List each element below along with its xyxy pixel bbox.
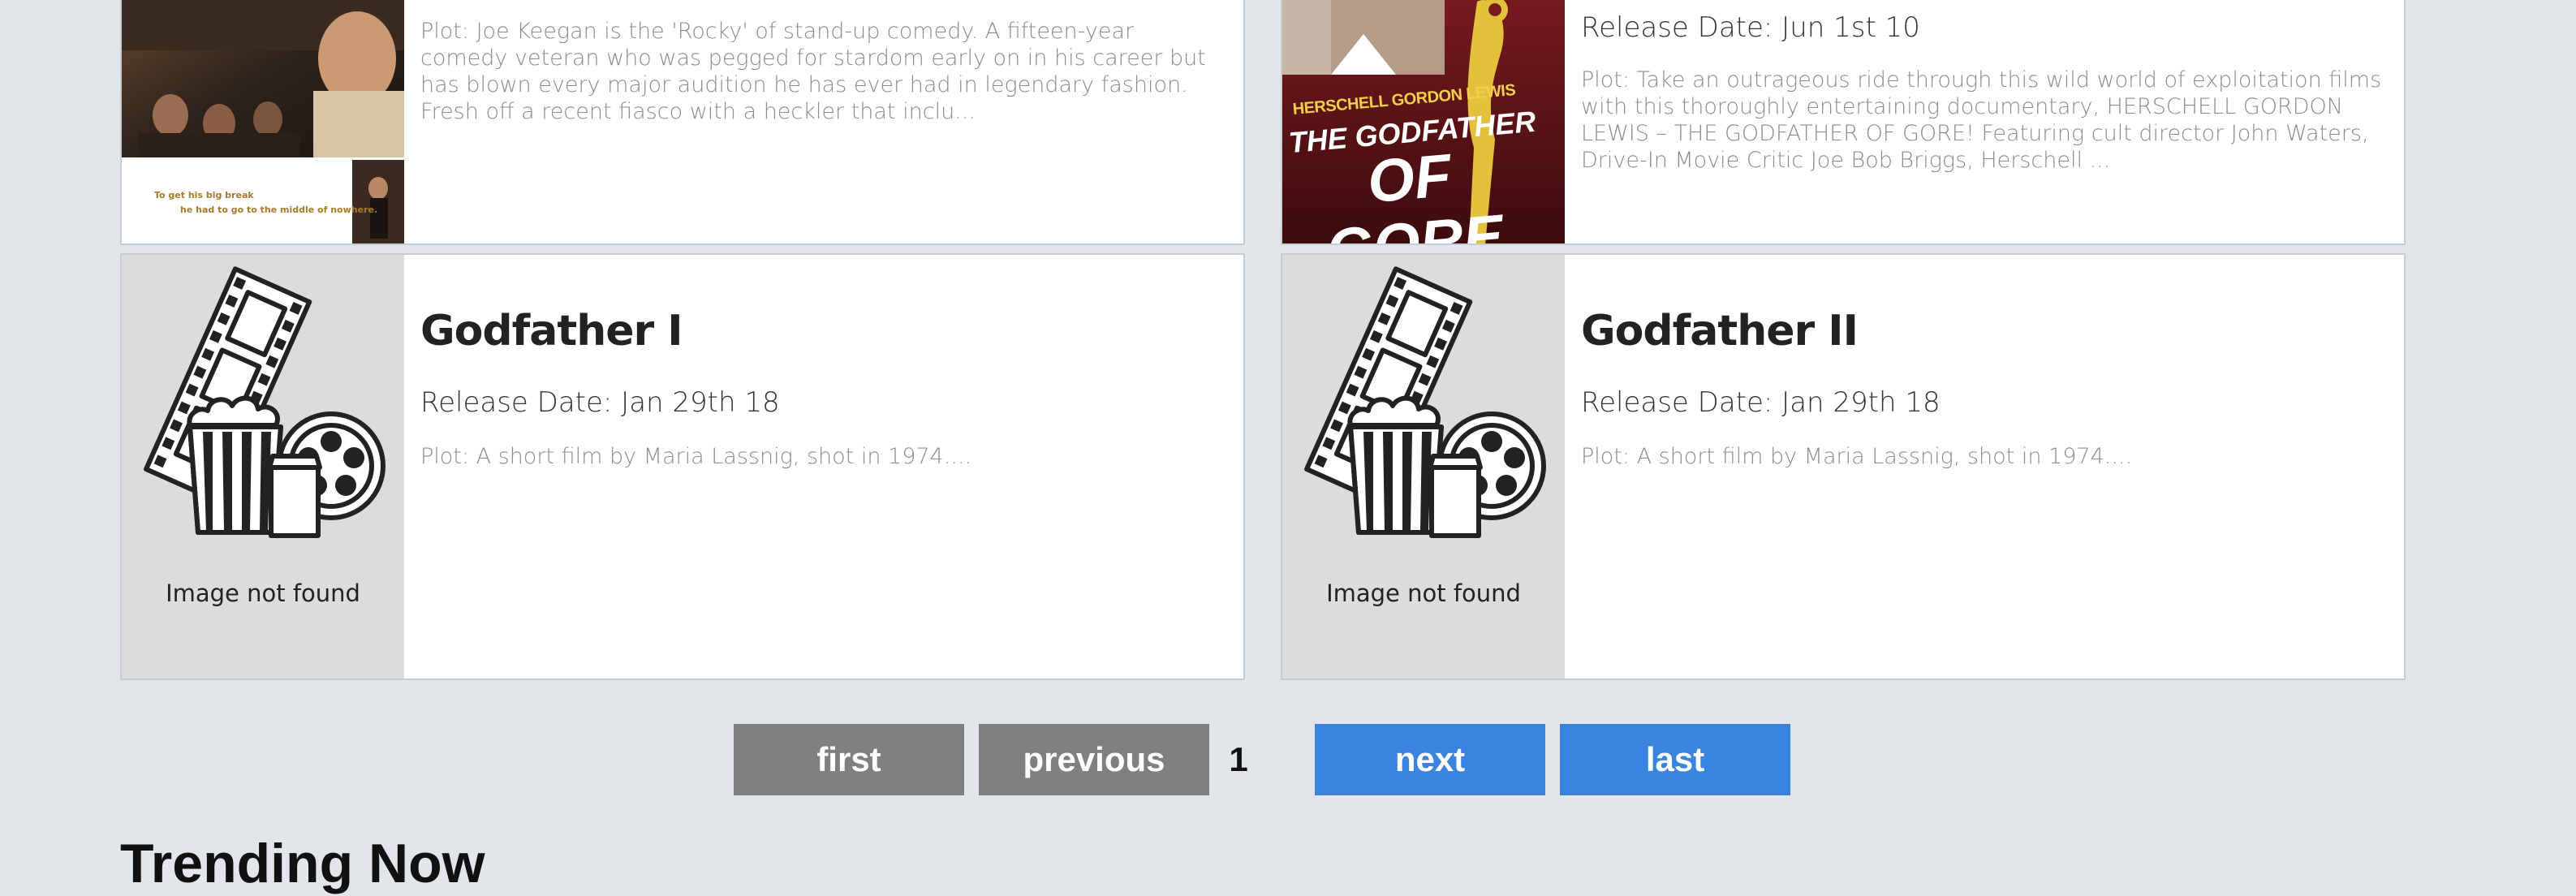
movie-info: Godfather II Release Date: Jan 29th 18 P… xyxy=(1581,255,2384,470)
movie-poster: To get his big break he had to go to the… xyxy=(122,0,404,243)
next-page-button[interactable]: next xyxy=(1315,724,1545,795)
image-not-found-label: Image not found xyxy=(1326,579,1521,607)
first-page-button[interactable]: first xyxy=(734,724,964,795)
movie-card[interactable]: Image not found Godfather I Release Date… xyxy=(120,253,1245,680)
movie-card[interactable]: Image not found Godfather II Release Dat… xyxy=(1281,253,2406,680)
trending-section-title: Trending Now xyxy=(120,833,485,894)
movie-poster: HERSCHELL GORDON LEWIS THE GODFATHER OF … xyxy=(1282,0,1565,243)
movie-info: Godfather I Release Date: Jan 29th 18 Pl… xyxy=(420,255,1224,470)
poster-caption-line2: he had to go to the middle of nowhere. xyxy=(180,205,378,215)
previous-page-button[interactable]: previous xyxy=(979,724,1209,795)
movie-title[interactable]: Godfather I xyxy=(420,307,1224,355)
movie-release-date: Release Date: Jan 29th 18 xyxy=(1581,386,1941,419)
film-popcorn-icon xyxy=(144,266,386,538)
movie-poster-placeholder: Image not found xyxy=(1282,255,1565,678)
movie-title[interactable]: Godfather II xyxy=(1581,307,2384,355)
movie-poster-placeholder: Image not found xyxy=(122,255,404,678)
movie-info: Plot: Joe Keegan is the 'Rocky' of stand… xyxy=(420,0,1224,125)
movie-release-date: Release Date: Jun 1st 10 xyxy=(1581,11,1920,44)
movie-info: Release Date: Jun 1st 10 Plot: Take an o… xyxy=(1581,0,2384,174)
movie-card[interactable]: HERSCHELL GORDON LEWIS THE GODFATHER OF … xyxy=(1281,0,2406,245)
last-page-button[interactable]: last xyxy=(1560,724,1790,795)
movie-plot: Plot: A short film by Maria Lassnig, sho… xyxy=(420,444,972,469)
movie-release-date: Release Date: Jan 29th 18 xyxy=(420,386,780,419)
movie-plot: Plot: Take an outrageous ride through th… xyxy=(1581,67,2382,173)
image-not-found-label: Image not found xyxy=(166,579,360,607)
poster-caption-line1: To get his big break xyxy=(154,190,254,200)
film-popcorn-icon xyxy=(1304,266,1546,538)
movie-plot: Plot: A short film by Maria Lassnig, sho… xyxy=(1581,444,2133,469)
current-page-number: 1 xyxy=(1229,740,1248,778)
movie-plot: Plot: Joe Keegan is the 'Rocky' of stand… xyxy=(420,19,1206,124)
movie-card[interactable]: To get his big break he had to go to the… xyxy=(120,0,1245,245)
